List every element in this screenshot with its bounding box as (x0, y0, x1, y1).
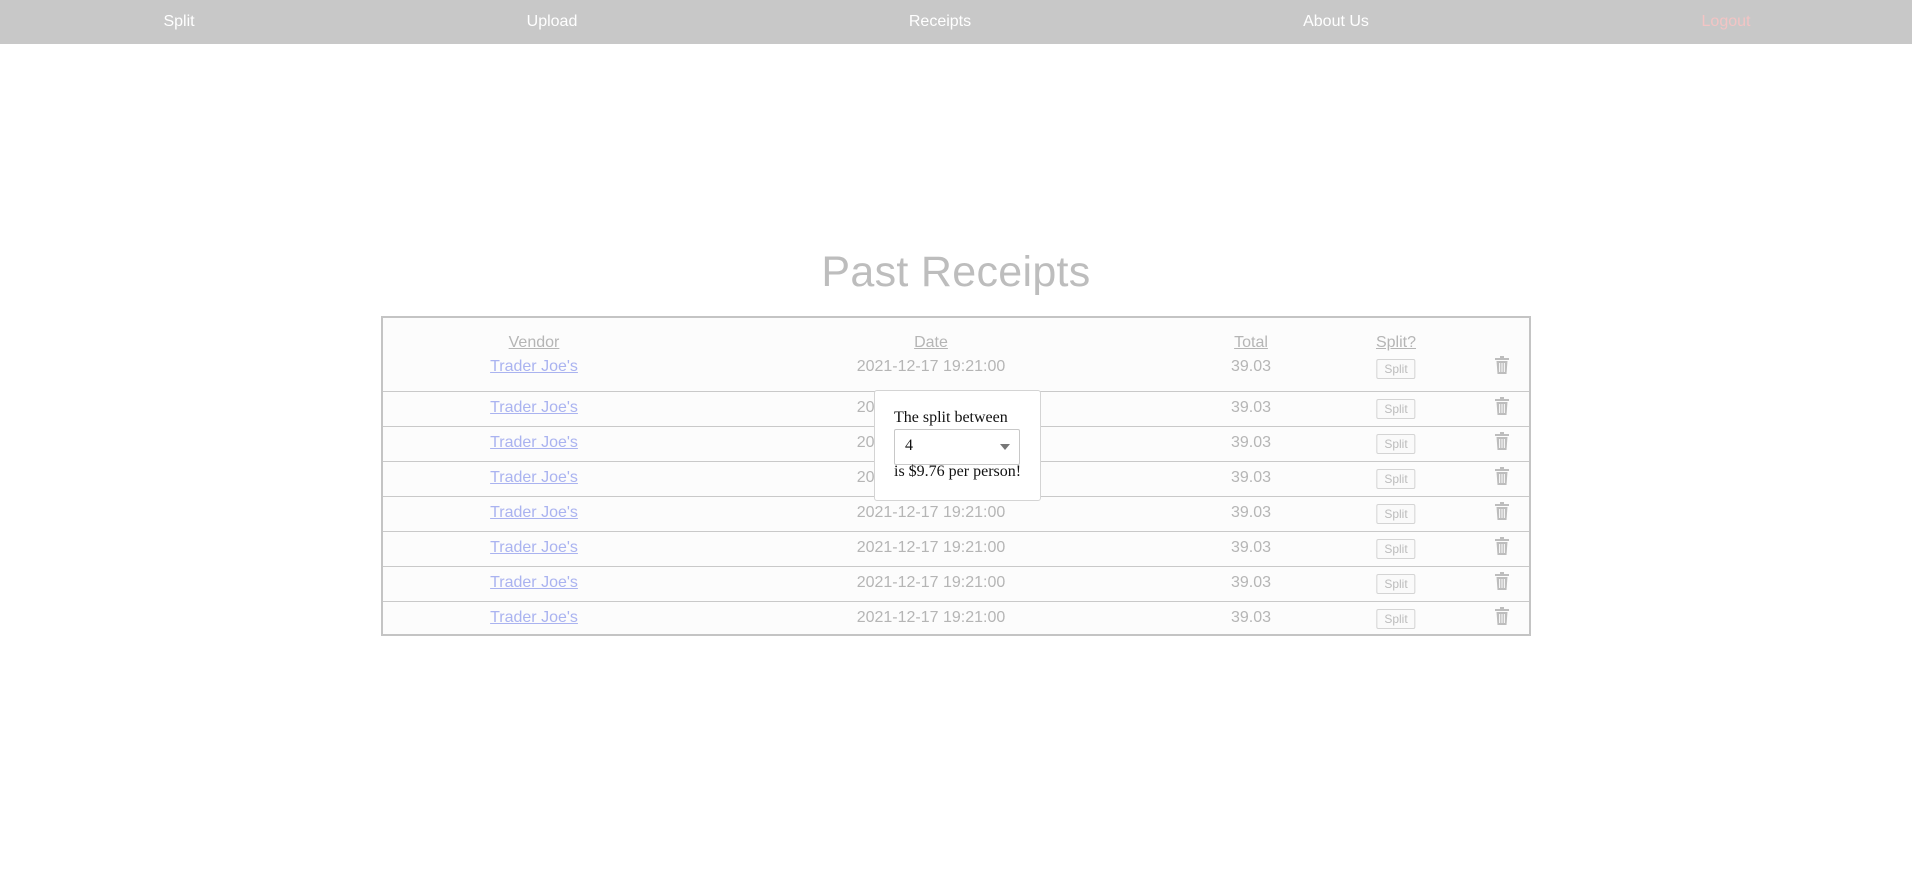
receipt-total: 39.03 (1230, 504, 1272, 521)
trash-icon[interactable] (1495, 397, 1509, 415)
split-button[interactable]: Split (1376, 574, 1416, 594)
table-row: Trader Joe's 2021-12-17 19:21:00 39.03 Spli… (383, 601, 1529, 636)
people-count-select[interactable]: 4 (894, 429, 1020, 465)
header-vendor[interactable]: Vendor (509, 334, 560, 352)
table-row: Trader Joe's 2021-12-17 19:21:00 39.03 Spli… (383, 566, 1529, 601)
trash-icon[interactable] (1495, 572, 1509, 590)
receipt-total: 39.03 (1230, 539, 1272, 556)
trash-icon[interactable] (1495, 356, 1509, 374)
vendor-link[interactable]: Trader Joe's (490, 574, 578, 592)
split-button[interactable]: Split (1376, 399, 1416, 419)
table-row: Trader Joe's 2021-12-17 19:21:00 39.03 Spli… (383, 356, 1529, 391)
split-prefix-text: The split between (894, 409, 1008, 426)
split-button[interactable]: Split (1376, 469, 1416, 489)
vendor-link[interactable]: Trader Joe's (490, 434, 578, 452)
receipt-total: 39.03 (1230, 399, 1272, 416)
table-row: Trader Joe's 2021-12-17 19:21:00 39.03 Spli… (383, 531, 1529, 566)
split-button[interactable]: Split (1376, 504, 1416, 524)
vendor-link[interactable]: Trader Joe's (490, 469, 578, 487)
receipt-date: 2021-12-17 19:21:00 (856, 358, 1006, 375)
table-header: Vendor Date Total Split? (383, 318, 1529, 358)
receipt-date: 2021-12-17 19:21:00 (856, 504, 1006, 521)
receipt-date: 2021-12-17 19:21:00 (856, 539, 1006, 556)
receipt-total: 39.03 (1230, 609, 1272, 626)
trash-icon[interactable] (1495, 607, 1509, 625)
nav-split[interactable]: Split (163, 0, 194, 44)
split-result-text: is $9.76 per person! (894, 463, 1022, 480)
nav-logout[interactable]: Logout (1702, 0, 1751, 44)
trash-icon[interactable] (1495, 537, 1509, 555)
receipt-total: 39.03 (1230, 358, 1272, 375)
header-total[interactable]: Total (1234, 334, 1268, 352)
vendor-link[interactable]: Trader Joe's (490, 504, 578, 522)
split-button[interactable]: Split (1376, 359, 1416, 379)
trash-icon[interactable] (1495, 432, 1509, 450)
table-row: Trader Joe's 2021-12-17 19:21:00 39.03 Spli… (383, 496, 1529, 531)
vendor-link[interactable]: Trader Joe's (490, 609, 578, 627)
trash-icon[interactable] (1495, 467, 1509, 485)
split-popup: The split between 4 is $9.76 per person! (874, 390, 1041, 501)
chevron-down-icon (1000, 444, 1010, 450)
nav-receipts[interactable]: Receipts (909, 0, 971, 44)
receipt-total: 39.03 (1230, 469, 1272, 486)
top-navbar: Split Upload Receipts About Us Logout (0, 0, 1912, 44)
receipt-date: 2021-12-17 19:21:00 (856, 574, 1006, 591)
split-button[interactable]: Split (1376, 434, 1416, 454)
trash-icon[interactable] (1495, 502, 1509, 520)
vendor-link[interactable]: Trader Joe's (490, 358, 578, 376)
nav-about-us[interactable]: About Us (1303, 0, 1369, 44)
vendor-link[interactable]: Trader Joe's (490, 399, 578, 417)
receipt-total: 39.03 (1230, 574, 1272, 591)
header-split[interactable]: Split? (1376, 334, 1416, 352)
people-count-value: 4 (905, 437, 913, 454)
header-date[interactable]: Date (914, 334, 948, 352)
vendor-link[interactable]: Trader Joe's (490, 539, 578, 557)
receipt-total: 39.03 (1230, 434, 1272, 451)
receipt-date: 2021-12-17 19:21:00 (856, 609, 1006, 626)
nav-upload[interactable]: Upload (527, 0, 578, 44)
split-button[interactable]: Split (1376, 539, 1416, 559)
page-title: Past Receipts (821, 248, 1091, 296)
split-button[interactable]: Split (1376, 609, 1416, 629)
